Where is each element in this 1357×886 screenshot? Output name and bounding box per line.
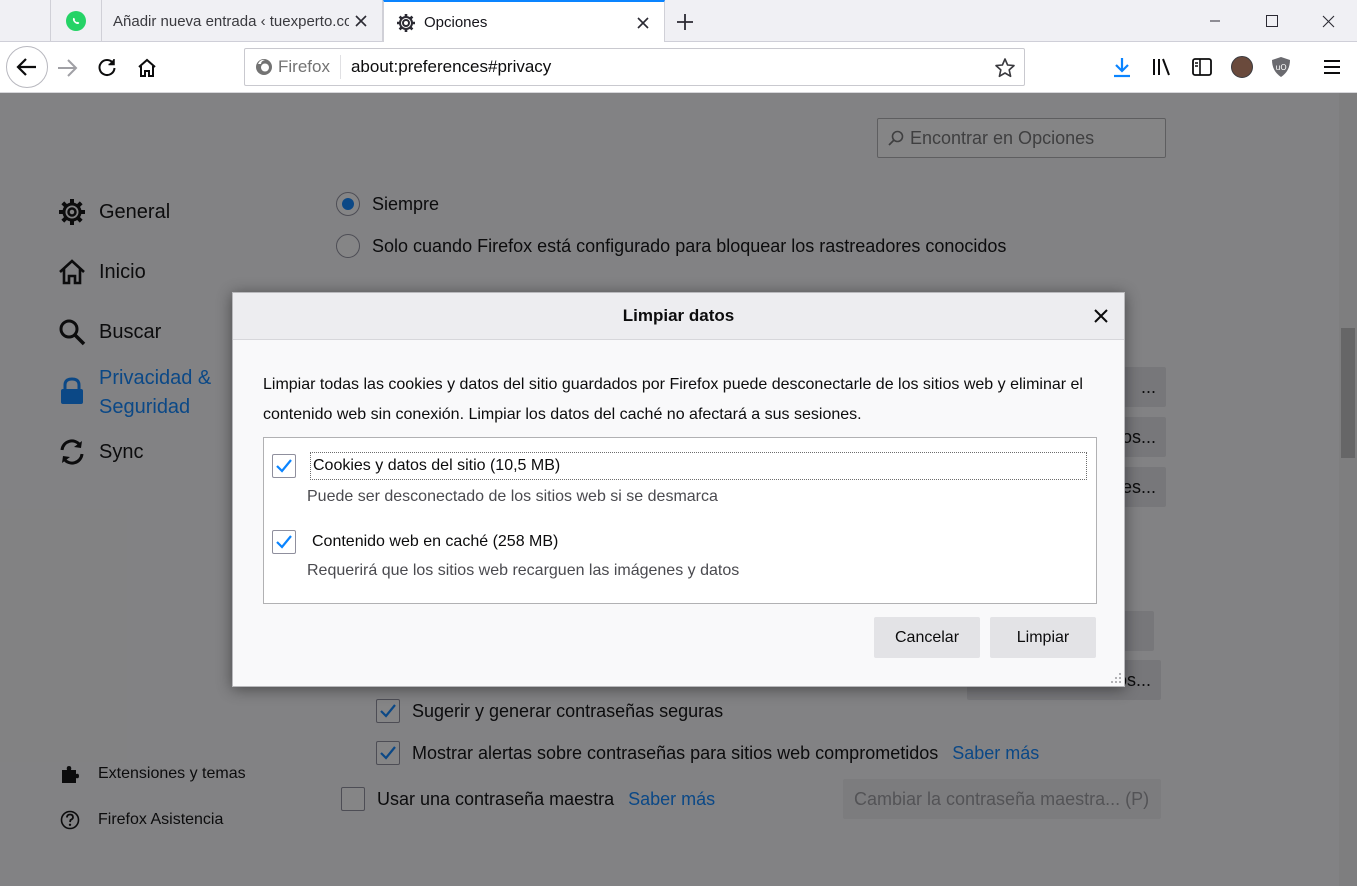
option-description: Puede ser desconectado de los sitios web… xyxy=(307,488,718,505)
identity-box[interactable]: Firefox xyxy=(245,55,341,79)
sidebar-icon[interactable] xyxy=(1190,55,1214,79)
tab-nueva-entrada[interactable]: Añadir nueva entrada ‹ tuexperto.co xyxy=(102,0,383,42)
navigation-toolbar: Firefox about:preferences#privacy uO xyxy=(0,42,1357,93)
dialog-description: Limpiar todas las cookies y datos del si… xyxy=(263,376,1083,423)
downloads-icon[interactable] xyxy=(1110,55,1134,79)
tab-opciones[interactable]: Opciones xyxy=(383,0,665,43)
reload-button[interactable] xyxy=(94,55,120,81)
hamburger-menu-icon[interactable] xyxy=(1320,55,1344,79)
forward-button[interactable] xyxy=(54,55,80,81)
new-tab-button[interactable] xyxy=(672,9,698,35)
maximize-button[interactable] xyxy=(1243,0,1300,42)
checkbox[interactable] xyxy=(272,454,296,478)
resize-grip-icon[interactable] xyxy=(1110,672,1122,684)
checkmark-icon xyxy=(276,459,292,473)
bookmark-star-icon[interactable] xyxy=(994,57,1016,79)
tab-whatsapp[interactable] xyxy=(50,0,102,42)
tab-title: Añadir nueva entrada ‹ tuexperto.co xyxy=(113,12,349,30)
option-label: Cookies y datos del sitio (10,5 MB) xyxy=(310,452,1087,480)
close-tab-icon[interactable] xyxy=(634,14,652,32)
close-dialog-icon[interactable] xyxy=(1090,305,1112,327)
option-label: Contenido web en caché (258 MB) xyxy=(312,533,559,550)
clear-button[interactable]: Limpiar xyxy=(990,617,1096,658)
clear-data-dialog: Limpiar datos Limpiar todas las cookies … xyxy=(232,292,1125,687)
gear-icon xyxy=(396,13,416,33)
url-text[interactable]: about:preferences#privacy xyxy=(351,57,551,77)
close-tab-icon[interactable] xyxy=(352,12,370,30)
cache-option[interactable]: Contenido web en caché (258 MB) xyxy=(272,529,560,555)
option-description: Requerirá que los sitios web recarguen l… xyxy=(307,562,740,579)
dialog-title: Limpiar datos xyxy=(622,306,735,325)
firefox-logo-icon xyxy=(256,59,272,75)
back-button[interactable] xyxy=(6,46,48,88)
account-avatar-icon[interactable] xyxy=(1230,55,1254,79)
tab-title: Opciones xyxy=(424,14,488,31)
library-icon[interactable] xyxy=(1150,55,1174,79)
identity-label: Firefox xyxy=(278,57,330,76)
cancel-button[interactable]: Cancelar xyxy=(874,617,980,658)
home-button[interactable] xyxy=(134,55,160,81)
url-bar[interactable]: Firefox about:preferences#privacy xyxy=(244,48,1025,86)
clear-options-box: Cookies y datos del sitio (10,5 MB) Pued… xyxy=(263,437,1097,604)
tab-strip: Añadir nueva entrada ‹ tuexperto.co Opci… xyxy=(0,0,1357,43)
close-window-button[interactable] xyxy=(1300,0,1357,42)
dialog-header: Limpiar datos xyxy=(233,293,1124,340)
whatsapp-icon xyxy=(66,11,86,31)
ublock-shield-icon[interactable]: uO xyxy=(1269,55,1293,79)
svg-text:uO: uO xyxy=(1275,63,1286,72)
minimize-button[interactable] xyxy=(1186,0,1243,42)
checkbox[interactable] xyxy=(272,530,296,554)
checkmark-icon xyxy=(276,535,292,549)
cookies-option[interactable]: Cookies y datos del sitio (10,5 MB) xyxy=(272,452,1087,480)
